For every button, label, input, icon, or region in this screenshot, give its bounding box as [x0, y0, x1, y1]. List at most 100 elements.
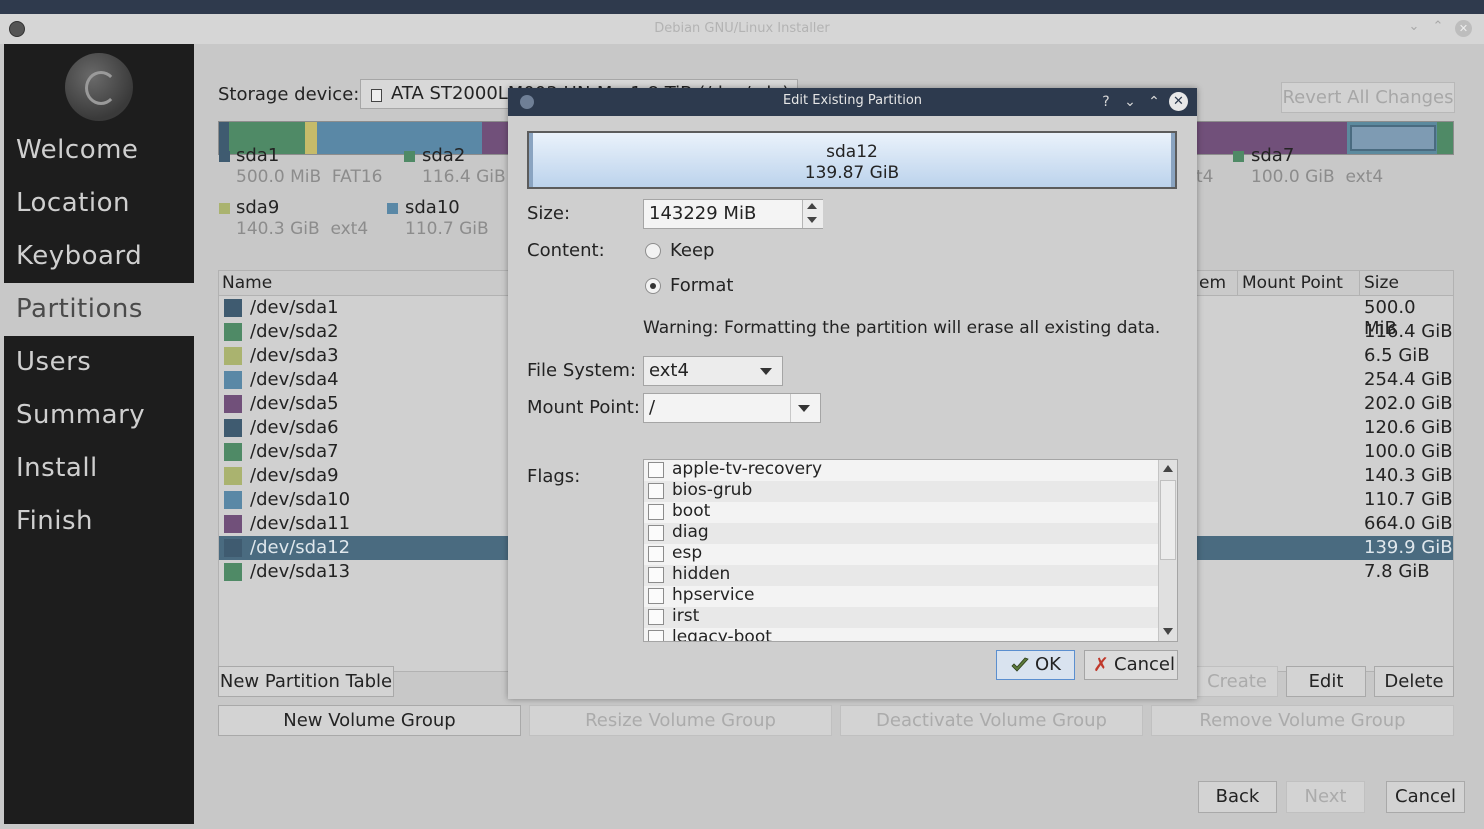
partition-size: 7.8 GiB [1364, 561, 1430, 582]
partition-name: /dev/sda12 [250, 537, 351, 558]
partition-size: 254.4 GiB [1364, 369, 1453, 390]
column-divider [1237, 271, 1238, 295]
delete-button[interactable]: Delete [1374, 666, 1454, 697]
flag-label: diag [672, 522, 709, 542]
size-value: 143229 MiB [649, 203, 757, 224]
remove-volume-group-button[interactable]: Remove Volume Group [1151, 705, 1454, 736]
spin-buttons[interactable] [802, 200, 823, 228]
legend-name-sda2: sda2 [422, 145, 466, 166]
scroll-up-icon[interactable] [1163, 465, 1173, 472]
dialog-close-icon[interactable]: ✕ [1169, 92, 1188, 111]
partition-color-swatch [224, 467, 242, 485]
size-spinbox[interactable]: 143229 MiB [643, 199, 823, 229]
cancel-install-button[interactable]: Cancel [1386, 781, 1465, 813]
flags-scrollbar[interactable] [1158, 460, 1177, 641]
flag-label: apple-tv-recovery [672, 459, 823, 479]
partition-color-swatch [224, 347, 242, 365]
usage-segment-sda13 [1437, 122, 1453, 154]
create-button[interactable]: Create [1196, 666, 1278, 697]
format-label[interactable]: Format [670, 275, 733, 296]
scrollbar-thumb[interactable] [1160, 480, 1176, 560]
partition-name: /dev/sda10 [250, 489, 351, 510]
flag-item[interactable]: bios-grub [644, 480, 1158, 502]
scroll-down-icon[interactable] [1163, 628, 1173, 635]
column-header-filesystem[interactable]: em [1199, 273, 1226, 293]
sidebar-item-location: Location [16, 188, 130, 218]
column-header-mount-point[interactable]: Mount Point [1242, 273, 1343, 293]
partition-color-swatch [224, 539, 242, 557]
sidebar-item-keyboard: Keyboard [16, 241, 143, 271]
column-header-name[interactable]: Name [222, 273, 272, 293]
maximize-icon[interactable]: ⌃ [1430, 19, 1446, 35]
disk-icon [371, 89, 382, 102]
partition-name: /dev/sda11 [250, 513, 351, 534]
flag-checkbox[interactable] [648, 630, 664, 641]
flag-item[interactable]: irst [644, 606, 1158, 628]
edit-button[interactable]: Edit [1286, 666, 1366, 697]
keep-label[interactable]: Keep [670, 240, 714, 261]
file-system-select[interactable]: ext4 [643, 356, 783, 386]
cancel-x-icon: ✗ [1093, 654, 1109, 676]
partition-color-swatch [224, 371, 242, 389]
spin-down-icon[interactable] [807, 217, 817, 223]
flag-checkbox[interactable] [648, 546, 664, 562]
chevron-down-icon[interactable] [798, 405, 810, 412]
maximize-icon[interactable]: ⌃ [1145, 93, 1163, 111]
sidebar-item-summary: Summary [16, 400, 146, 430]
window-close-icon[interactable]: ✕ [1455, 20, 1472, 37]
flag-item[interactable]: apple-tv-recovery [644, 460, 1158, 481]
flag-item[interactable]: legacy-boot [644, 627, 1158, 641]
help-icon[interactable]: ? [1097, 93, 1115, 111]
flag-checkbox[interactable] [648, 588, 664, 604]
back-button[interactable]: Back [1198, 781, 1277, 813]
usage-segment-sda1 [219, 122, 229, 154]
usage-segment-sda3 [305, 122, 317, 154]
dialog-body: sda12 139.87 GiB Size: 143229 MiB Conten… [508, 116, 1197, 699]
flag-item[interactable]: boot [644, 501, 1158, 523]
flag-checkbox[interactable] [648, 462, 664, 478]
content-label: Content: [527, 240, 605, 261]
format-warning-text: Warning: Formatting the partition will e… [643, 318, 1161, 338]
mount-point-combo[interactable]: / [643, 393, 821, 423]
flag-checkbox[interactable] [648, 525, 664, 541]
desktop-top-strip [0, 0, 1484, 14]
sidebar-item-partitions: Partitions [4, 283, 194, 336]
flag-checkbox[interactable] [648, 609, 664, 625]
mount-point-label: Mount Point: [527, 397, 640, 418]
window-title: Debian GNU/Linux Installer [654, 21, 830, 36]
partition-preview-bar: sda12 139.87 GiB [527, 131, 1177, 189]
flag-checkbox[interactable] [648, 567, 664, 583]
resize-volume-group-button[interactable]: Resize Volume Group [529, 705, 832, 736]
new-volume-group-button[interactable]: New Volume Group [218, 705, 521, 736]
flag-checkbox[interactable] [648, 483, 664, 499]
file-system-value: ext4 [649, 360, 689, 381]
debian-logo-icon [65, 53, 133, 121]
flag-item[interactable]: diag [644, 522, 1158, 544]
format-radio[interactable] [645, 278, 661, 294]
deactivate-volume-group-button[interactable]: Deactivate Volume Group [840, 705, 1143, 736]
dialog-title: Edit Existing Partition [782, 93, 923, 108]
legend-name-sda1: sda1 [236, 145, 280, 166]
spin-up-icon[interactable] [807, 203, 817, 209]
minimize-icon[interactable]: ⌄ [1406, 19, 1422, 35]
column-header-size[interactable]: Size [1364, 273, 1399, 293]
flag-checkbox[interactable] [648, 504, 664, 520]
legend-detail-sda2: 116.4 GiB [422, 167, 506, 187]
dialog-cancel-button[interactable]: ✗ Cancel [1084, 650, 1178, 680]
partition-name: /dev/sda5 [250, 393, 339, 414]
partition-name: /dev/sda6 [250, 417, 339, 438]
revert-all-changes-button[interactable]: Revert All Changes [1281, 82, 1455, 113]
partition-name: /dev/sda2 [250, 321, 339, 342]
ok-button[interactable]: OK [996, 650, 1075, 680]
flag-item[interactable]: hidden [644, 564, 1158, 586]
flag-item[interactable]: esp [644, 543, 1158, 565]
partition-name: /dev/sda7 [250, 441, 339, 462]
partition-size: 140.3 GiB [1364, 465, 1453, 486]
flags-list[interactable]: apple-tv-recovery bios-grub boot diag es… [643, 459, 1178, 642]
next-button[interactable]: Next [1286, 781, 1365, 813]
new-partition-table-button[interactable]: New Partition Table [218, 666, 394, 697]
partition-name: /dev/sda13 [250, 561, 351, 582]
flag-item[interactable]: hpservice [644, 585, 1158, 607]
keep-radio[interactable] [645, 243, 661, 259]
minimize-icon[interactable]: ⌄ [1121, 93, 1139, 111]
